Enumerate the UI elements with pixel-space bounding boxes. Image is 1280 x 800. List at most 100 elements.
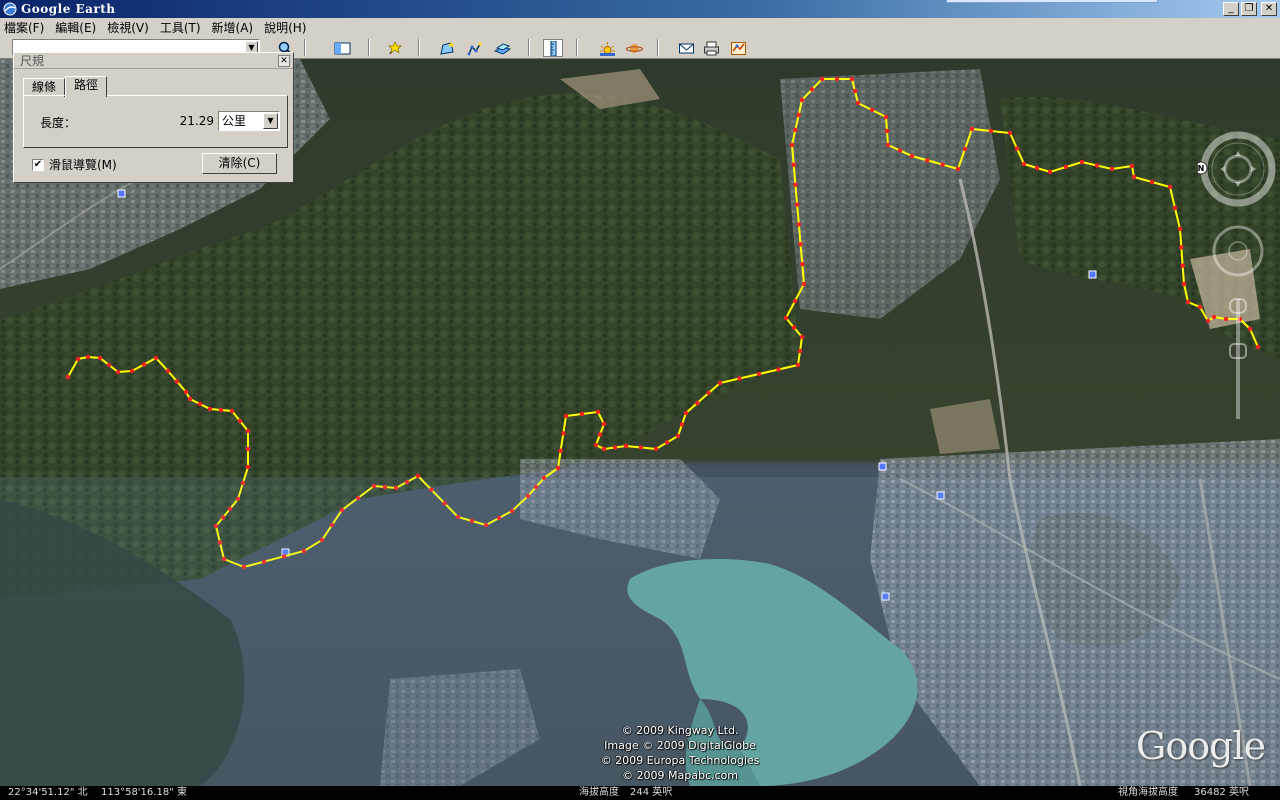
print-button[interactable] (701, 39, 721, 57)
restore-button[interactable]: ❐ (1241, 2, 1257, 16)
path-vertex[interactable] (245, 428, 251, 434)
path-vertex[interactable] (1149, 179, 1155, 185)
path-vertex[interactable] (245, 446, 251, 452)
chevron-down-icon[interactable]: ▼ (263, 113, 278, 129)
add-image-overlay-button[interactable] (492, 39, 512, 57)
compass-ring[interactable] (1200, 131, 1276, 207)
path-vertex[interactable] (675, 433, 681, 439)
path-vertex[interactable] (849, 76, 855, 82)
path-vertex[interactable] (1180, 263, 1185, 268)
path-vertex[interactable] (237, 418, 243, 424)
email-button[interactable] (676, 39, 696, 57)
path-vertex[interactable] (197, 401, 203, 407)
path-vertex[interactable] (988, 128, 994, 134)
path-vertex[interactable] (97, 355, 103, 361)
add-polygon-button[interactable] (437, 39, 457, 57)
close-icon[interactable]: ✕ (278, 55, 290, 67)
path-vertex[interactable] (558, 448, 563, 453)
path-vertex[interactable] (75, 356, 81, 362)
path-vertex[interactable] (679, 422, 685, 427)
navigation-controls[interactable]: N (1198, 129, 1280, 429)
path-vertex[interactable] (579, 411, 585, 417)
path-vertex[interactable] (797, 348, 803, 354)
add-path-button[interactable] (465, 39, 485, 57)
path-vertex[interactable] (1034, 165, 1040, 171)
path-vertex[interactable] (897, 148, 903, 153)
path-vertex[interactable] (595, 409, 601, 415)
path-vertex[interactable] (593, 442, 599, 448)
path-vertex[interactable] (129, 368, 135, 374)
path-vertex[interactable] (909, 153, 915, 159)
move-joystick-icon[interactable] (1212, 225, 1264, 277)
path-vertex[interactable] (153, 355, 159, 361)
mouse-navigation-checkbox[interactable]: ✔ (32, 158, 44, 171)
path-vertex[interactable] (638, 445, 644, 450)
path-vertex[interactable] (65, 374, 71, 380)
menu-add[interactable]: 新增(A) (212, 19, 254, 36)
path-vertex[interactable] (653, 446, 659, 452)
path-vertex[interactable] (245, 464, 251, 470)
path-vertex[interactable] (799, 334, 805, 340)
path-vertex[interactable] (793, 127, 798, 133)
path-vertex[interactable] (555, 465, 561, 471)
path-vertex[interactable] (834, 76, 840, 82)
title-bar-search-field[interactable] (946, 0, 1158, 3)
planet-button[interactable] (624, 39, 644, 57)
path-vertex[interactable] (791, 162, 796, 168)
menu-view[interactable]: 檢視(V) (107, 19, 149, 36)
menu-file[interactable]: 檔案(F) (4, 19, 44, 36)
add-placemark-button[interactable] (385, 39, 405, 57)
path-vertex[interactable] (796, 112, 801, 118)
path-vertex[interactable] (795, 362, 801, 368)
path-vertex[interactable] (962, 146, 968, 152)
path-vertex[interactable] (174, 379, 180, 384)
path-vertex[interactable] (706, 390, 711, 396)
mouse-navigation-option[interactable]: ✔ 滑鼠導覽(M) (32, 156, 117, 173)
path-vertex[interactable] (789, 142, 795, 148)
path-vertex[interactable] (756, 371, 762, 377)
path-vertex[interactable] (794, 202, 800, 207)
path-vertex[interactable] (885, 142, 891, 148)
path-vertex[interactable] (791, 325, 797, 330)
zoom-slider[interactable] (1229, 298, 1247, 419)
unit-select[interactable]: 公里 ▼ (218, 111, 280, 131)
path-vertex[interactable] (183, 389, 189, 395)
path-vertex[interactable] (717, 380, 723, 386)
path-vertex[interactable] (809, 87, 815, 92)
path-vertex[interactable] (115, 369, 121, 375)
path-vertex[interactable] (796, 222, 802, 227)
path-vertex[interactable] (683, 410, 689, 416)
path-vertex[interactable] (207, 406, 213, 412)
ruler-button[interactable] (543, 39, 563, 57)
path-vertex[interactable] (229, 408, 235, 414)
path-vertex[interactable] (1131, 174, 1137, 180)
path-vertex[interactable] (792, 298, 798, 304)
path-vertex[interactable] (1185, 299, 1191, 305)
sun-button[interactable] (597, 39, 617, 57)
path-vertex[interactable] (1181, 281, 1187, 287)
path-vertex[interactable] (563, 413, 569, 419)
path-vertex[interactable] (1094, 163, 1100, 168)
path-vertex[interactable] (925, 158, 930, 163)
path-vertex[interactable] (187, 396, 193, 402)
path-vertex[interactable] (883, 114, 889, 120)
path-vertex[interactable] (852, 88, 858, 94)
path-vertex[interactable] (800, 261, 805, 267)
path-vertex[interactable] (623, 443, 629, 449)
tab-path[interactable]: 路徑 (65, 76, 108, 97)
path-vertex[interactable] (106, 362, 112, 368)
sidebar-toggle-button[interactable] (332, 39, 352, 57)
ruler-dialog-title[interactable]: 尺規 (14, 53, 293, 69)
ruler-dialog[interactable]: 尺規 ✕ 線條 路徑 長度： 21.29 公里 ▼ ✔ 滑鼠導覽(M) 清除(C… (13, 52, 294, 183)
path-vertex[interactable] (1014, 146, 1020, 151)
menu-edit[interactable]: 編輯(E) (55, 19, 96, 36)
path-vertex[interactable] (969, 126, 975, 132)
path-vertex[interactable] (869, 107, 875, 113)
path-vertex[interactable] (141, 362, 147, 367)
path-vertex[interactable] (1007, 130, 1013, 136)
path-vertex[interactable] (776, 367, 781, 372)
close-button[interactable]: ✕ (1261, 2, 1277, 16)
path-vertex[interactable] (737, 376, 742, 381)
path-vertex[interactable] (695, 400, 700, 406)
view-in-maps-button[interactable] (728, 39, 748, 57)
